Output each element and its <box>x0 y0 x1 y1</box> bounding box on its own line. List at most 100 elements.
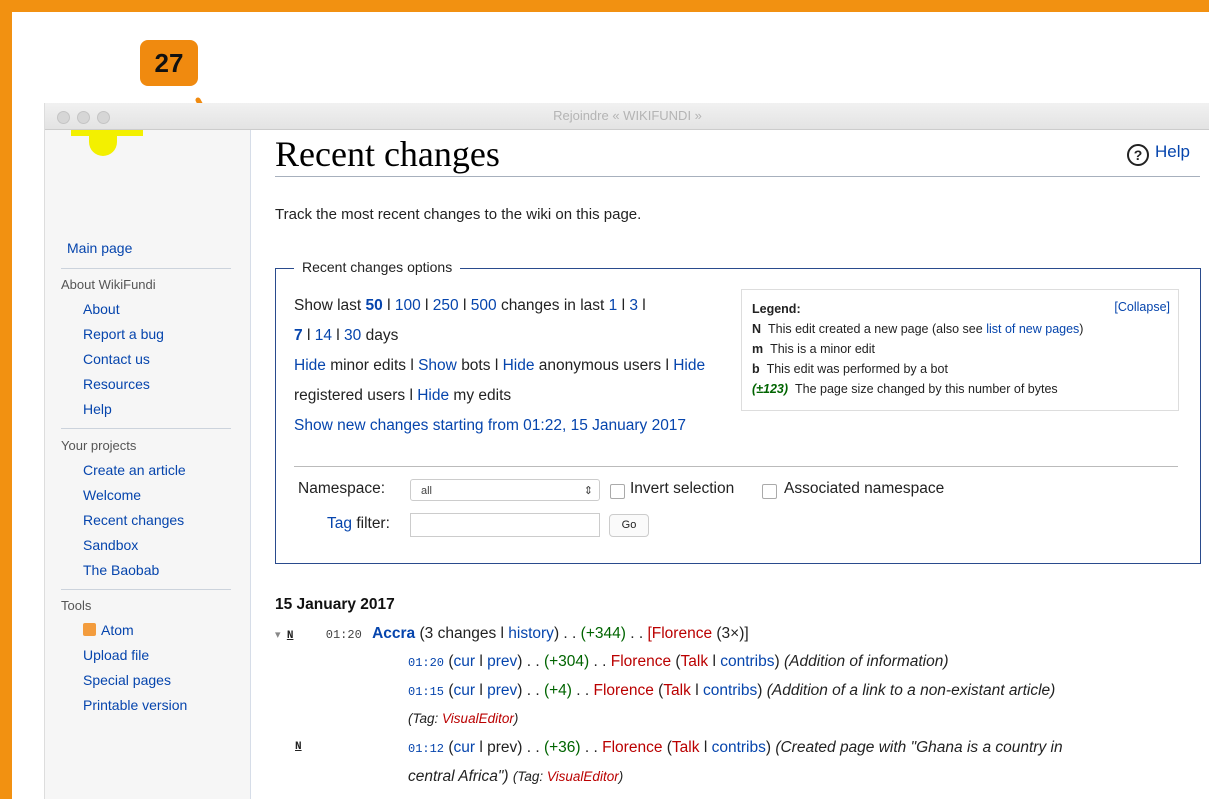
show-last-label: Show last <box>294 297 362 314</box>
sidebar-item-create-article[interactable]: Create an article <box>83 462 186 478</box>
tag-filter-label: Tag filter: <box>327 515 390 533</box>
group-users: [Florence <box>647 625 712 642</box>
days-3[interactable]: 3 <box>629 297 638 314</box>
help-link[interactable]: ? Help <box>1127 142 1190 166</box>
talk-link[interactable]: Talk <box>681 653 709 670</box>
limit-50[interactable]: 50 <box>366 297 383 314</box>
sidebar-item-about[interactable]: About <box>83 301 120 317</box>
days-7[interactable]: 7 <box>294 327 303 344</box>
legend-size-flag: (±123) <box>752 382 789 396</box>
separator: l <box>409 387 413 404</box>
options-divider <box>294 466 1178 467</box>
group-size: (+344) <box>580 625 626 642</box>
sidebar-item-printable[interactable]: Printable version <box>83 697 187 713</box>
legend-n-flag: N <box>752 322 762 336</box>
separator: l <box>703 739 708 756</box>
sidebar-item-recent-changes[interactable]: Recent changes <box>83 512 184 528</box>
separator: l <box>479 682 483 699</box>
entry-time-link[interactable]: 01:12 <box>408 742 444 756</box>
contribs-link[interactable]: contribs <box>720 653 774 670</box>
sidebar-item-special-pages[interactable]: Special pages <box>83 672 171 688</box>
collapse-link[interactable]: [Collapse] <box>1114 300 1170 314</box>
sidebar-item-upload[interactable]: Upload file <box>83 647 149 663</box>
entry-time-link[interactable]: 01:15 <box>408 685 444 699</box>
separator: l <box>621 297 626 314</box>
hide-my-edits-link[interactable]: Hide <box>417 387 449 404</box>
separator: l <box>695 682 699 699</box>
list-new-pages-link[interactable]: list of new pages <box>986 322 1079 336</box>
talk-link[interactable]: Talk <box>663 682 691 699</box>
user-link[interactable]: Florence <box>611 653 671 670</box>
sidebar-item-atom-label: Atom <box>101 622 134 638</box>
associated-namespace-checkbox[interactable] <box>762 484 777 499</box>
sidebar-heading-about: About WikiFundi <box>61 277 156 292</box>
limit-250[interactable]: 250 <box>433 297 459 314</box>
separator: l <box>425 297 429 314</box>
edit-summary: (Addition of information) <box>783 653 949 670</box>
tag-link[interactable]: VisualEditor <box>547 769 619 784</box>
cur-link[interactable]: cur <box>453 739 475 756</box>
cur-link[interactable]: cur <box>453 653 475 670</box>
separator: l <box>642 297 646 314</box>
prev-link[interactable]: prev <box>487 653 517 670</box>
page-intro: Track the most recent changes to the wik… <box>275 206 642 223</box>
history-link[interactable]: history <box>508 625 554 642</box>
group-user-link[interactable]: Florence <box>652 625 712 642</box>
invert-selection-checkbox[interactable] <box>610 484 625 499</box>
select-arrows-icon: ⇕ <box>583 485 593 497</box>
sidebar-item-help[interactable]: Help <box>83 401 112 417</box>
dots: . . <box>593 653 607 670</box>
hide-registered-link[interactable]: Hide <box>673 357 705 374</box>
legend-m-flag: m <box>752 342 764 356</box>
limit-100[interactable]: 100 <box>395 297 421 314</box>
entry-time-link[interactable]: 01:20 <box>408 656 444 670</box>
sidebar-item-resources[interactable]: Resources <box>83 376 150 392</box>
days-30[interactable]: 30 <box>344 327 361 344</box>
contribs-link[interactable]: contribs <box>712 739 766 756</box>
hide-anonymous-link[interactable]: Hide <box>503 357 535 374</box>
cur-link[interactable]: cur <box>453 682 475 699</box>
expand-toggle-icon[interactable]: ▾ <box>275 629 281 641</box>
prev-text: prev <box>487 739 518 756</box>
days-14[interactable]: 14 <box>315 327 332 344</box>
tag-link[interactable]: Tag <box>327 515 352 532</box>
separator: l <box>500 625 504 642</box>
group-time: 01:20 <box>325 628 362 642</box>
limit-500[interactable]: 500 <box>471 297 497 314</box>
sidebar-item-welcome[interactable]: Welcome <box>83 487 141 503</box>
talk-link[interactable]: Talk <box>672 739 700 756</box>
contribs-link[interactable]: contribs <box>703 682 757 699</box>
sidebar-item-main-page[interactable]: Main page <box>67 240 132 256</box>
dots: . . <box>630 625 644 642</box>
edit-summary: (Addition of a link to a non-existant ar… <box>766 682 1056 699</box>
show-new-changes-link[interactable]: Show new changes starting from 01:22, 15… <box>294 417 686 434</box>
days-1[interactable]: 1 <box>609 297 618 314</box>
hide-minor-link[interactable]: Hide <box>294 357 326 374</box>
sidebar-heading-tools: Tools <box>61 598 92 613</box>
sidebar-item-atom[interactable]: Atom <box>83 622 134 638</box>
sidebar-item-baobab[interactable]: The Baobab <box>83 562 159 578</box>
tag-link[interactable]: VisualEditor <box>442 711 514 726</box>
entry-size: (+36) <box>543 739 581 756</box>
prev-link[interactable]: prev <box>487 682 517 699</box>
changes-in-last-label: changes in last <box>500 297 605 314</box>
days-label: days <box>365 327 399 344</box>
new-page-flag: N <box>295 741 302 753</box>
user-link[interactable]: Florence <box>594 682 654 699</box>
sidebar-item-contact[interactable]: Contact us <box>83 351 150 367</box>
namespace-select[interactable]: all ⇕ <box>410 479 600 501</box>
legend-bot: b This edit was performed by a bot <box>752 362 948 376</box>
sidebar-item-report-bug[interactable]: Report a bug <box>83 326 164 342</box>
new-page-flag: N <box>286 630 294 642</box>
page-link-accra[interactable]: Accra <box>372 625 415 642</box>
help-label: Help <box>1155 142 1190 161</box>
show-bots-link[interactable]: Show <box>418 357 457 374</box>
tag-filter-input[interactable] <box>410 513 600 537</box>
edit-summary-cont: central Africa") <box>408 768 509 785</box>
user-link[interactable]: Florence <box>602 739 662 756</box>
sidebar-item-sandbox[interactable]: Sandbox <box>83 537 138 553</box>
legend-new-page: N This edit created a new page (also see… <box>752 322 1083 336</box>
legend-title: Legend: <box>752 302 801 316</box>
window-title: Rejoindre « WIKIFUNDI » <box>553 108 702 123</box>
go-button[interactable]: Go <box>609 514 649 537</box>
